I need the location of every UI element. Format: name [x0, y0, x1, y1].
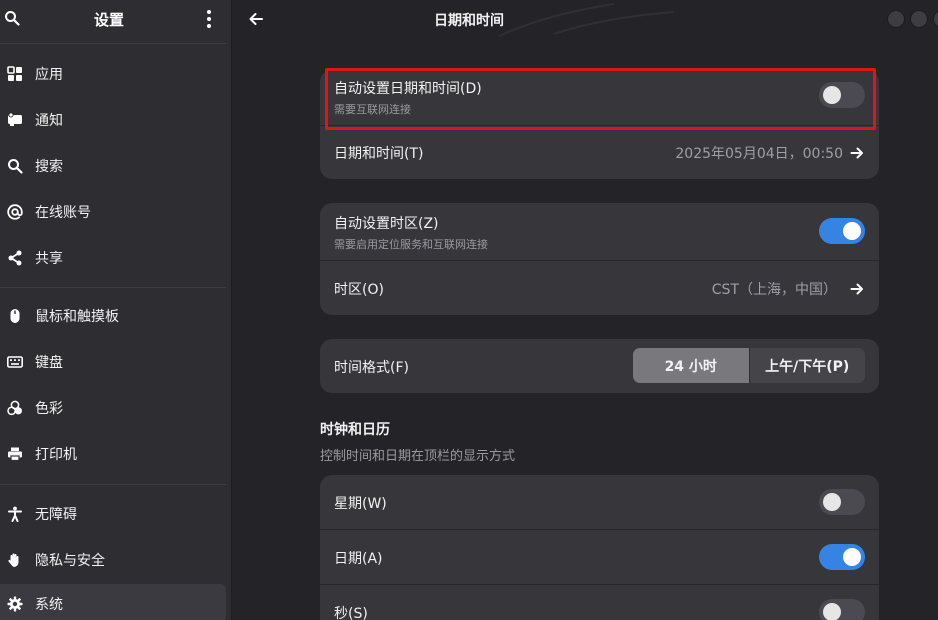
auto-timezone-row[interactable]: 自动设置时区(Z) 需要启用定位服务和互联网连接 [320, 203, 879, 260]
sidebar-item-accessibility[interactable]: 无障碍 [0, 494, 226, 534]
switch-knob [823, 603, 841, 620]
page-title: 日期和时间 [434, 13, 504, 29]
auto-datetime-title: 自动设置日期和时间(D) [334, 81, 482, 97]
accessibility-icon [8, 506, 22, 522]
sidebar-item-mouse-touchpad[interactable]: 鼠标和触摸板 [0, 296, 226, 336]
weekday-title: 星期(W) [334, 496, 387, 512]
format-24h-button[interactable]: 24 小时 [633, 348, 749, 383]
sidebar-item-apps[interactable]: 应用 [0, 54, 226, 94]
sidebar-item-label: 搜索 [35, 159, 63, 175]
sidebar-item-label: 鼠标和触摸板 [35, 309, 119, 325]
datetime-row[interactable]: 日期和时间(T) 2025年05月04日，00:50 [320, 126, 879, 179]
color-icon [7, 400, 22, 416]
apps-icon [7, 66, 22, 81]
share-icon [8, 250, 22, 266]
sidebar-divider [0, 43, 226, 44]
timezone-row[interactable]: 时区(O) CST（上海，中国） [320, 261, 879, 315]
sidebar: 设置 应用 通知 搜索 在线账号 共享 鼠标和触摸板 键盘 色彩 打印机 无障碍… [0, 0, 232, 620]
arrow-right-icon [850, 147, 863, 159]
datetime-title: 日期和时间(T) [334, 146, 424, 162]
time-format-group: 时间格式(F) 24 小时 上午/下午(P) [320, 339, 879, 393]
sidebar-divider [0, 287, 226, 288]
settings-window: 设置 应用 通知 搜索 在线账号 共享 鼠标和触摸板 键盘 色彩 打印机 无障碍… [0, 0, 938, 620]
printer-icon [8, 447, 22, 462]
weekday-row[interactable]: 星期(W) [320, 475, 879, 529]
sidebar-item-privacy-security[interactable]: 隐私与安全 [0, 540, 226, 580]
gear-icon [7, 596, 23, 612]
section-subtitle: 控制时间和日期在顶栏的显示方式 [320, 449, 516, 464]
hand-icon [8, 553, 19, 567]
sidebar-divider [0, 484, 226, 485]
sidebar-item-label: 在线账号 [35, 205, 91, 221]
seconds-switch[interactable] [819, 599, 865, 620]
sidebar-item-notifications[interactable]: 通知 [0, 100, 226, 140]
seconds-row[interactable]: 秒(S) [320, 585, 879, 620]
auto-timezone-subtitle: 需要启用定位服务和互联网连接 [334, 238, 488, 251]
mouse-icon [10, 309, 20, 323]
seconds-title: 秒(S) [334, 606, 368, 620]
notifications-icon [8, 112, 22, 126]
sidebar-item-printers[interactable]: 打印机 [0, 434, 226, 474]
auto-timezone-switch[interactable] [819, 218, 865, 244]
switch-knob [843, 548, 861, 566]
time-format-toggle: 24 小时 上午/下午(P) [633, 348, 865, 383]
date-switch[interactable] [819, 544, 865, 570]
more-options-icon[interactable] [203, 9, 215, 29]
sidebar-item-label: 色彩 [35, 401, 63, 417]
arrow-right-icon [850, 283, 863, 295]
time-format-title: 时间格式(F) [334, 360, 409, 376]
search-icon [8, 159, 23, 174]
auto-timezone-title: 自动设置时区(Z) [334, 216, 439, 232]
sidebar-item-search[interactable]: 搜索 [0, 146, 226, 186]
sidebar-item-label: 打印机 [35, 447, 77, 463]
datetime-value: 2025年05月04日，00:50 [675, 146, 843, 162]
keyboard-icon [7, 356, 23, 368]
close-button[interactable] [933, 10, 938, 28]
switch-knob [843, 222, 861, 240]
sidebar-item-sharing[interactable]: 共享 [0, 238, 226, 278]
section-title: 时钟和日历 [320, 422, 390, 438]
datetime-group: 自动设置日期和时间(D) 需要互联网连接 日期和时间(T) 2025年05月04… [320, 70, 879, 179]
auto-datetime-row[interactable]: 自动设置日期和时间(D) 需要互联网连接 [320, 70, 879, 125]
date-title: 日期(A) [334, 551, 383, 567]
clock-group: 星期(W) 日期(A) 秒(S) [320, 475, 879, 620]
sidebar-item-color[interactable]: 色彩 [0, 388, 226, 428]
sidebar-item-label: 通知 [35, 113, 63, 129]
sidebar-header: 设置 [0, 0, 232, 38]
sidebar-item-label: 键盘 [35, 355, 63, 371]
timezone-title: 时区(O) [334, 282, 384, 298]
switch-knob [823, 86, 841, 104]
at-sign-icon [7, 204, 23, 220]
auto-datetime-switch[interactable] [819, 82, 865, 108]
sidebar-item-system[interactable]: 系统 [0, 584, 226, 620]
sidebar-item-label: 无障碍 [35, 507, 77, 523]
timezone-group: 自动设置时区(Z) 需要启用定位服务和互联网连接 时区(O) CST（上海，中国… [320, 203, 879, 315]
format-ampm-button[interactable]: 上午/下午(P) [748, 348, 866, 383]
sidebar-item-label: 隐私与安全 [35, 553, 105, 569]
sidebar-item-label: 共享 [35, 251, 63, 267]
sidebar-item-label: 系统 [35, 597, 63, 613]
minimize-button[interactable] [887, 10, 905, 28]
switch-knob [823, 493, 841, 511]
auto-datetime-subtitle: 需要互联网连接 [334, 103, 411, 116]
sidebar-item-label: 应用 [35, 67, 63, 83]
weekday-switch[interactable] [819, 489, 865, 515]
date-row[interactable]: 日期(A) [320, 530, 879, 584]
sidebar-item-keyboard[interactable]: 键盘 [0, 342, 226, 382]
sidebar-item-online-accounts[interactable]: 在线账号 [0, 192, 226, 232]
sidebar-title: 设置 [93, 11, 124, 29]
maximize-button[interactable] [910, 10, 928, 28]
timezone-value: CST（上海，中国） [711, 282, 837, 298]
